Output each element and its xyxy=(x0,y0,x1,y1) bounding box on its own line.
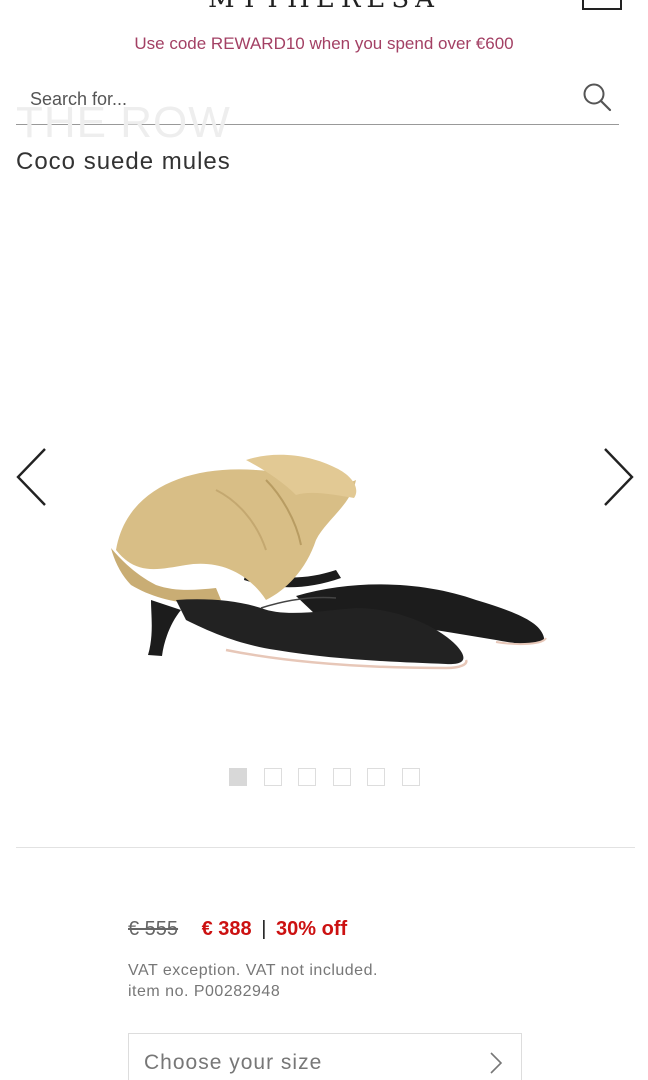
shopping-bag-icon[interactable] xyxy=(582,0,622,10)
top-bar: MYTHERESA xyxy=(0,0,648,20)
slide-indicator-4[interactable] xyxy=(332,768,351,786)
product-name: Coco suede mules xyxy=(16,148,231,175)
vat-note: VAT exception. VAT not included. xyxy=(128,962,378,979)
item-number: item no. P00282948 xyxy=(128,983,281,1000)
slide-indicator-6[interactable] xyxy=(401,768,420,786)
discount-badge: 30% off xyxy=(276,918,348,940)
slide-indicator-3[interactable] xyxy=(298,768,316,786)
price-separator: | xyxy=(261,918,267,940)
slide-indicator-1[interactable] xyxy=(229,768,247,786)
sale-price: € 388 xyxy=(201,918,252,940)
original-price: € 555 xyxy=(128,918,179,940)
brand-name[interactable]: THE ROW xyxy=(16,98,231,148)
size-selector[interactable]: Choose your size xyxy=(128,1033,522,1080)
price-row: € 555 € 388 | 30% off xyxy=(128,918,347,941)
section-divider xyxy=(16,847,635,848)
slide-indicator-2[interactable] xyxy=(263,768,282,786)
vat-info: VAT exception. VAT not included. item no… xyxy=(128,960,378,1002)
promo-banner: Use code REWARD10 when you spend over €6… xyxy=(134,34,514,53)
site-logo[interactable]: MYTHERESA xyxy=(200,0,448,14)
chevron-left-icon[interactable] xyxy=(12,445,52,509)
product-gallery[interactable] xyxy=(0,195,648,765)
chevron-right-icon[interactable] xyxy=(598,445,638,509)
search-icon[interactable] xyxy=(582,82,612,112)
size-selector-label: Choose your size xyxy=(144,1051,323,1074)
product-image[interactable] xyxy=(96,450,556,700)
hamburger-menu-icon[interactable] xyxy=(16,0,56,2)
slide-indicator-5[interactable] xyxy=(367,768,385,786)
chevron-right-icon xyxy=(490,1052,503,1074)
